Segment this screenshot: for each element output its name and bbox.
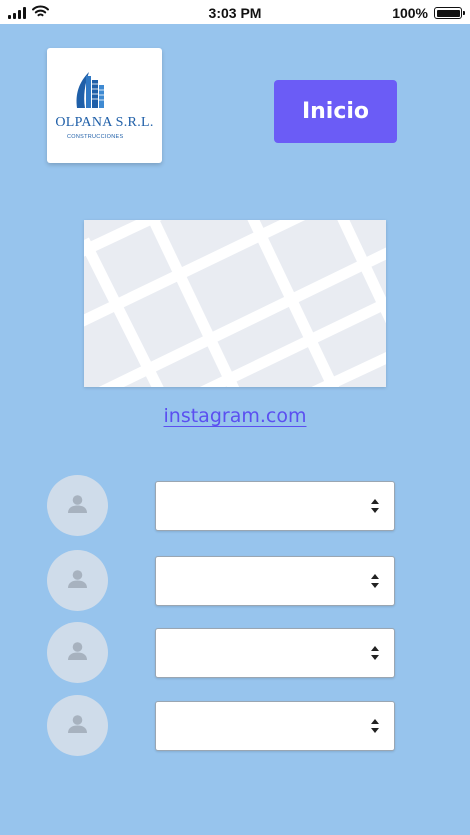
map-streets-icon xyxy=(84,220,386,387)
logo-title: OLPANA S.R.L. xyxy=(55,115,154,130)
user-icon xyxy=(68,570,87,588)
user-icon xyxy=(68,642,87,660)
sort-arrows-icon xyxy=(370,498,380,518)
status-bar: 3:03 PM 100% xyxy=(0,0,470,24)
map-placeholder[interactable] xyxy=(84,220,386,387)
company-logo: OLPANA S.R.L. CONSTRUCCIONES xyxy=(47,48,162,163)
avatar xyxy=(47,475,108,536)
avatar xyxy=(47,695,108,756)
user-icon xyxy=(68,495,87,513)
instagram-link[interactable]: instagram.com xyxy=(0,405,470,427)
status-right: 100% xyxy=(392,5,465,21)
select-dropdown-3[interactable] xyxy=(155,628,395,678)
inicio-button[interactable]: Inicio xyxy=(274,80,397,143)
avatar xyxy=(47,550,108,611)
select-dropdown-1[interactable] xyxy=(155,481,395,531)
user-icon xyxy=(68,715,87,733)
select-dropdown-2[interactable] xyxy=(155,556,395,606)
battery-percent: 100% xyxy=(392,5,428,21)
sort-arrows-icon xyxy=(370,645,380,665)
avatar xyxy=(47,622,108,683)
building-icon xyxy=(69,68,129,118)
sort-arrows-icon xyxy=(370,718,380,738)
logo-subtitle: CONSTRUCCIONES xyxy=(67,134,124,140)
sort-arrows-icon xyxy=(370,573,380,593)
select-dropdown-4[interactable] xyxy=(155,701,395,751)
battery-icon xyxy=(434,7,465,19)
